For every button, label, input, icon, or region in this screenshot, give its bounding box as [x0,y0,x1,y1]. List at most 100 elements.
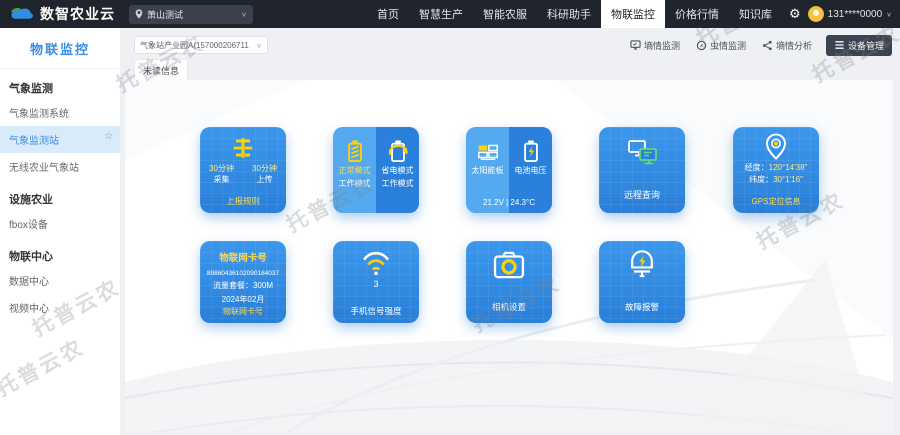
nav-menu: 首页 智慧生产 智能农服 科研助手 物联监控 价格行情 知识库 ⚙ 131***… [367,0,900,28]
button-label: 虫情监测 [710,39,746,52]
brand: 数智农业云 [0,4,125,24]
card-title: 物联网卡号 [200,306,286,317]
sidebar-title: 物联监控 [0,28,120,69]
gps-pin-icon [763,133,789,161]
normal-mode-half[interactable]: 正常模式 工作模式 [333,127,376,213]
card-title: 相机设置 [466,301,552,313]
sidebar-item-wireless-weather-station[interactable]: 无线农业气象站 [0,153,120,180]
card-title: 上报规则 [200,195,286,207]
battery-eco-icon [387,139,409,163]
card-alarm[interactable]: 故障报警 [599,241,685,323]
device-select-value: 气象站产业园A(157000206711 [140,40,249,51]
menu-list-icon [834,40,845,50]
sidebar-item-data-center[interactable]: 数据中心 [0,267,120,294]
upload-interval-label: 上传 [257,175,273,185]
main-area: 气象站产业园A(157000206711 ∨ 墒情监测 虫情监测 [120,28,900,435]
card-camera[interactable]: 相机设置 [466,241,552,323]
collect-interval-value: 30分钟 [209,164,234,174]
nav-item-smart-production[interactable]: 智慧生产 [409,0,473,28]
eco-mode-title: 省电模式 [382,166,414,176]
sidebar: 物联监控 气象监测 气象监测系统 气象监测站 ☆ 无线农业气象站 设施农业 fb… [0,28,120,435]
card-title: 远程查询 [599,188,685,201]
share-icon [762,40,773,51]
location-select[interactable]: 萧山测试 ∨ [129,5,253,24]
app-window: 数智农业云 萧山测试 ∨ 首页 智慧生产 智能农服 科研助手 物联监控 价格行情… [0,0,900,435]
brand-logo-icon [8,5,34,23]
sidebar-group-iot-center: 物联中心 [0,237,120,267]
lat-label: 纬度： [749,175,773,184]
moisture-analysis-button[interactable]: 墒情分析 [762,39,812,52]
lng-value: 120°14'38" [769,163,808,172]
user-menu[interactable]: 131****0000 ∨ [808,6,900,22]
chevron-down-icon: ∨ [886,10,892,17]
compass-icon [696,40,707,51]
solar-panel-icon [476,139,500,163]
nav-item-research-assistant[interactable]: 科研助手 [537,0,601,28]
device-manage-button[interactable]: 设备管理 [826,35,892,56]
button-label: 墒情分析 [776,39,812,52]
sidebar-item-weather-station[interactable]: 气象监测站 ☆ [0,126,120,153]
top-navbar: 数智农业云 萧山测试 ∨ 首页 智慧生产 智能农服 科研助手 物联监控 价格行情… [0,0,900,28]
lng-label: 经度： [745,163,769,172]
device-panel: 30分钟 采集 30分钟 上传 上报规则 [125,80,893,432]
moisture-monitor-button[interactable]: 墒情监测 [630,39,680,52]
nav-item-iot-monitoring[interactable]: 物联监控 [601,0,665,28]
pest-monitor-button[interactable]: 虫情监测 [696,39,746,52]
card-title: 故障报警 [599,301,685,313]
button-label: 墒情监测 [644,39,680,52]
eco-mode-sub: 工作模式 [382,179,414,189]
user-phone: 131****0000 [828,9,883,20]
main-header: 气象站产业园A(157000206711 ∨ 墒情监测 虫情监测 [134,35,892,55]
settings-gear-icon[interactable]: ⚙ [782,6,808,22]
device-select[interactable]: 气象站产业园A(157000206711 ∨ [134,36,268,54]
solar-label: 太阳能板 [472,166,504,176]
sidebar-item-fbox-device[interactable]: fbox设备 [0,210,120,237]
brand-name: 数智农业云 [40,4,115,24]
location-pin-icon [135,9,143,19]
card-signal[interactable]: 3 手机信号强度 [333,241,419,323]
remote-monitors-icon [625,138,659,170]
normal-mode-sub: 工作模式 [339,179,371,189]
sidebar-group-weather: 气象监测 [0,69,120,99]
signal-value: 3 [373,279,378,289]
sidebar-item-video-center[interactable]: 视频中心 [0,294,120,321]
card-work-mode[interactable]: 正常模式 工作模式 省电模式 工作模式 [333,127,419,213]
card-power-status[interactable]: 太阳能板 电池电压 21.2V | 24.3°C [466,127,552,213]
sidebar-item-label: 气象监测站 [9,136,59,147]
camera-icon [492,250,526,280]
collect-interval-label: 采集 [214,175,230,185]
battery-voltage-icon [520,139,542,163]
sidebar-item-weather-system[interactable]: 气象监测系统 [0,99,120,126]
favorite-star-icon[interactable]: ☆ [104,131,113,142]
sim-month: 2024年02月 [222,295,265,305]
card-remote-query[interactable]: 远程查询 [599,127,685,213]
sim-plan: 流量套餐：300M [213,281,273,291]
battery-voltage-label: 电池电压 [515,166,547,176]
upload-interval-value: 30分钟 [252,164,277,174]
button-label: 设备管理 [848,39,884,52]
avatar [808,6,824,22]
card-gps[interactable]: 经度：120°14'38" 纬度：30°1'16" GPS定位信息 [733,127,819,213]
card-title: 手机信号强度 [333,305,419,317]
sim-header: 物联网卡号 [219,250,267,264]
lat-value: 30°1'16" [773,175,803,184]
nav-item-knowledge-base[interactable]: 知识库 [729,0,782,28]
alarm-bell-icon [627,249,657,279]
monitor-icon [630,40,641,50]
solar-panel-half[interactable]: 太阳能板 [466,127,509,213]
card-sim[interactable]: 物联网卡号 89860436102090184037 流量套餐：300M 202… [200,241,286,323]
tab-unread-info[interactable]: 未读信息 [134,59,188,80]
nav-item-home[interactable]: 首页 [367,0,409,28]
eco-mode-half[interactable]: 省电模式 工作模式 [376,127,419,213]
chevron-down-icon: ∨ [256,41,262,48]
wifi-signal-icon [360,250,392,276]
battery-voltage-half[interactable]: 电池电压 [509,127,552,213]
card-report-rule[interactable]: 30分钟 采集 30分钟 上传 上报规则 [200,127,286,213]
chevron-down-icon: ∨ [241,10,247,17]
nav-item-smart-service[interactable]: 智能农服 [473,0,537,28]
nav-item-price-market[interactable]: 价格行情 [665,0,729,28]
battery-normal-icon [344,139,366,163]
normal-mode-title: 正常模式 [339,166,371,176]
card-title: GPS定位信息 [733,196,819,207]
location-value: 萧山测试 [147,8,183,21]
